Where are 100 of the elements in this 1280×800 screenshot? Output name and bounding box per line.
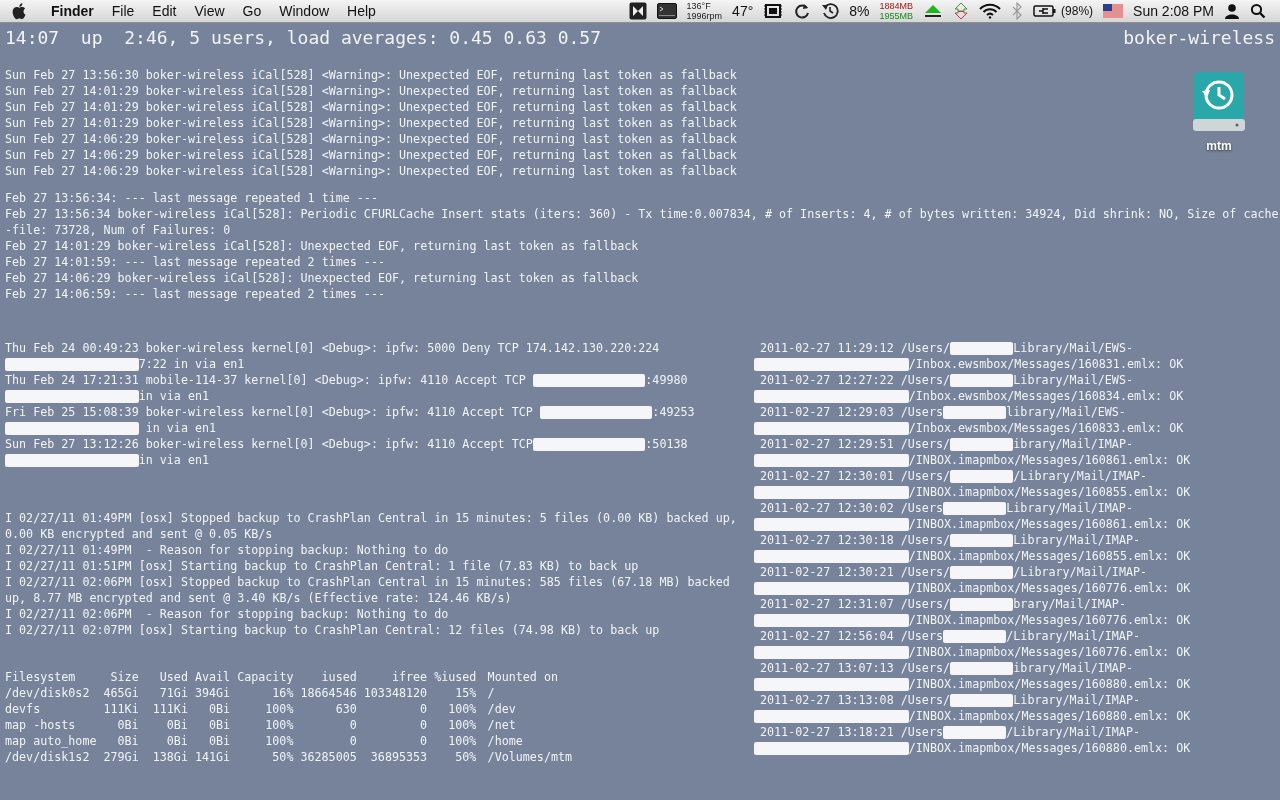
memory-used-reading: 1884MB — [879, 1, 914, 11]
table-cell-text: 0Bi — [208, 733, 231, 749]
search-icon[interactable] — [1250, 3, 1266, 19]
temperature-reading: 136°F — [686, 1, 712, 11]
column-header: Mounted on — [486, 669, 559, 685]
butterfly-icon[interactable] — [628, 2, 647, 20]
table-cell-text: 50% — [271, 749, 294, 765]
log-line: Sun Feb 27 14:01:29 boker-wireless iCal[528] <Warning>: Unexpected EOF, returning last token as fallback — [5, 99, 737, 115]
menu-item[interactable]: File — [102, 0, 144, 22]
table-cell-text: 0Bi — [165, 717, 188, 733]
redaction-mark — [942, 405, 1007, 419]
table-cell-text: 111Ki — [151, 701, 188, 717]
log-text: 2011-02-27 12:30:21 /Users/ — [760, 564, 950, 580]
redaction-mark — [950, 533, 1014, 547]
memory-free-reading: 1955MB — [879, 11, 914, 21]
log-text: 2011-02-27 12:31:07 /Users/ — [760, 596, 950, 612]
table-cell-text: 15% — [454, 685, 477, 701]
app-menu[interactable]: Finder — [42, 0, 103, 22]
clock-arrow-icon[interactable] — [821, 2, 840, 20]
table-cell-text: 630 — [334, 701, 357, 717]
table-cell-text: 36895353 — [369, 749, 428, 765]
log-text: Library/Mail/IMAP- — [1013, 532, 1140, 548]
terminal-icon[interactable] — [656, 3, 677, 19]
battery-percent[interactable]: (98%) — [1061, 0, 1094, 22]
log-text: Library/Mail/EWS- — [1013, 372, 1133, 388]
log-text: /Library/Mail/IMAP- — [1006, 628, 1140, 644]
icon-label[interactable]: mtm — [1206, 139, 1232, 153]
menu-item[interactable]: Go — [233, 0, 271, 22]
log-text: :50138 — [645, 436, 688, 452]
redaction-mark — [942, 501, 1007, 515]
weather-reading[interactable]: 47° — [732, 0, 754, 22]
log-text: /Inbox.ewsmbox/Messages/160831.emlx: OK — [908, 356, 1184, 372]
log-line: 0.00 KB encrypted and sent @ 0.05 KB/s — [5, 526, 273, 542]
log-line: Sun Feb 27 14:01:29 boker-wireless iCal[528] <Warning>: Unexpected EOF, returning last token as fallback — [5, 115, 737, 131]
redaction-mark — [950, 341, 1014, 355]
log-text: 2011-02-27 12:30:02 /Users — [760, 500, 943, 516]
drive-clock-icon[interactable] — [1190, 71, 1248, 133]
log-line: I 02/27/11 01:49PM - Reason for stopping backup: Nothing to do — [5, 542, 449, 558]
log-line: Sun Feb 27 13:56:30 boker-wireless iCal[528] <Warning>: Unexpected EOF, returning last token as fallback — [5, 67, 737, 83]
log-text: Library/Mail/IMAP- — [1006, 500, 1133, 516]
user-icon[interactable] — [1224, 3, 1240, 19]
log-text: /INBOX.imapmbox/Messages/160776.emlx: OK — [908, 644, 1191, 660]
log-line: Sun Feb 27 14:06:29 boker-wireless iCal[528] <Warning>: Unexpected EOF, returning last token as fallback — [5, 131, 737, 147]
column-header: Size — [109, 669, 139, 685]
log-text: 2011-02-27 12:29:51 /Users/ — [760, 436, 950, 452]
table-cell-text: 100% — [264, 733, 294, 749]
table-cell: 279Gi — [103, 749, 139, 765]
memory-chip-icon[interactable] — [763, 3, 784, 19]
log-text: Sun Feb 27 13:12:26 boker-wireless kernel[0] <Debug>: ipfw: 4110 Accept TCP — [5, 436, 533, 452]
log-text: Fri Feb 25 15:08:39 boker-wireless kernel[0] <Debug>: ipfw: 4110 Accept TCP — [5, 404, 534, 420]
menu-item[interactable]: Edit — [143, 0, 186, 22]
log-text: /Library/Mail/IMAP- — [1013, 564, 1148, 580]
table-cell-text: /dev — [486, 701, 517, 717]
log-line: I 02/27/11 02:06PM [osx] Stopped backup to CrashPlan Central in 15 minutes: 585 files (67.18 MB) backed — [5, 574, 730, 590]
table-cell-text: 100% — [447, 717, 477, 733]
wifi-icon[interactable] — [979, 3, 1002, 19]
table-cell: 465Gi — [103, 685, 139, 701]
menu-clock[interactable]: Sun 2:08 PM — [1133, 0, 1214, 22]
menu-item[interactable]: Window — [270, 0, 339, 22]
column-header: Avail — [194, 669, 231, 685]
menu-item[interactable]: Help — [338, 0, 385, 22]
table-cell: 103348120 — [363, 685, 428, 701]
redaction-mark — [950, 693, 1014, 707]
table-cell-text: 71Gi — [158, 685, 188, 701]
table-cell: 18664546 — [300, 685, 357, 701]
log-text: /INBOX.imapmbox/Messages/160776.emlx: OK — [908, 580, 1191, 596]
table-cell-text: 0Bi — [116, 717, 139, 733]
table-cell-text: 0 — [348, 717, 357, 733]
menu-item[interactable]: View — [185, 0, 234, 22]
sync-icon[interactable] — [793, 2, 812, 20]
log-line: I 02/27/11 01:51PM [osx] Starting backup to CrashPlan Central: 1 file (7.83 KB) to back up — [5, 558, 639, 574]
log-text: ibrary/Mail/IMAP- — [1013, 660, 1133, 676]
column-header: Capacity — [237, 669, 294, 685]
log-text: brary/Mail/IMAP- — [1013, 596, 1126, 612]
log-line: Feb 27 14:06:29 boker-wireless iCal[528]: Unexpected EOF, returning last token as fallback — [5, 270, 639, 286]
log-text: /INBOX.imapmbox/Messages/160880.emlx: OK — [908, 740, 1191, 756]
table-cell-text: /dev/disk1s2 — [5, 749, 91, 765]
log-line: Feb 27 14:01:29 boker-wireless iCal[528]: Unexpected EOF, returning last token as fallback — [5, 238, 639, 254]
log-text: 2011-02-27 11:29:12 /Users/ — [760, 340, 950, 356]
cpu-reading[interactable]: 8% — [849, 0, 870, 22]
table-cell-text: 0 — [348, 733, 357, 749]
table-cell-text: /dev/disk0s2 — [5, 685, 91, 701]
log-text: Library/Mail/IMAP- — [1013, 692, 1140, 708]
log-text: in via en1 — [144, 420, 217, 436]
log-text: /INBOX.imapmbox/Messages/160861.emlx: OK — [908, 516, 1191, 532]
log-text: in via en1 — [138, 388, 210, 404]
table-cell: 141Gi — [194, 749, 231, 765]
battery-plug-icon[interactable] — [1033, 4, 1058, 18]
log-line: I 02/27/11 02:07PM [osx] Starting backup to CrashPlan Central: 12 files (74.98 KB) to back up — [5, 622, 660, 638]
up-down-arrows-icon[interactable] — [953, 2, 970, 20]
table-cell-text: 0Bi — [208, 701, 231, 717]
table-cell: 36285005 — [300, 749, 357, 765]
log-text: library/Mail/EWS- — [1006, 404, 1126, 420]
log-text: /INBOX.imapmbox/Messages/160855.emlx: OK — [908, 484, 1191, 500]
log-text: 2011-02-27 13:07:13 /Users/ — [760, 660, 950, 676]
column-header: Filesystem — [5, 669, 77, 685]
log-line: Feb 27 13:56:34 boker-wireless iCal[528]: Periodic CFURLCache Insert stats (iters: 360) - Tx time:0.007834, # of Inserts: 4, # of bytes written: 34924, Did shrink: NO, Size of cache — [5, 206, 1279, 222]
upload-triangle-icon[interactable] — [923, 3, 944, 19]
flag-icon[interactable] — [1103, 4, 1124, 18]
apple-icon[interactable] — [12, 2, 28, 20]
